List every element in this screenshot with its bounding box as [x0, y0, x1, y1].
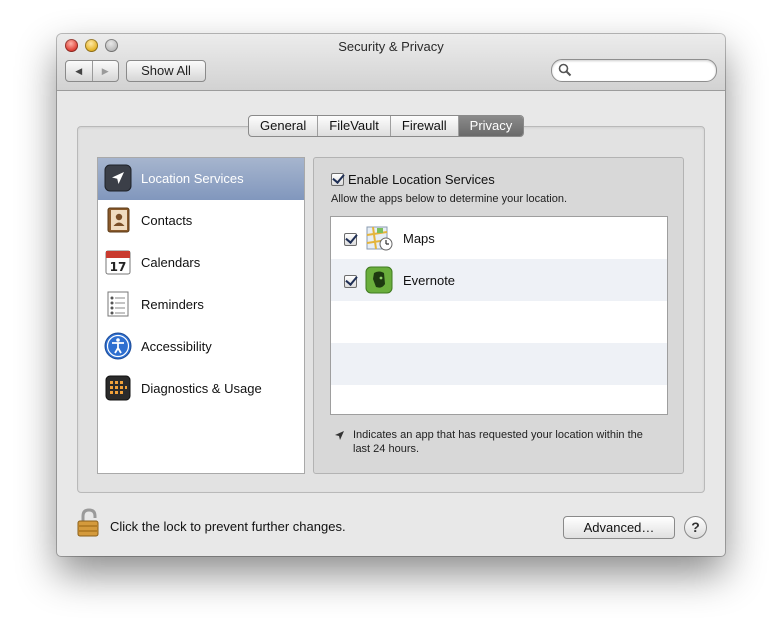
back-button[interactable]: ◀: [66, 61, 93, 81]
sidebar-item-label: Diagnostics & Usage: [141, 381, 262, 396]
contacts-icon: [107, 207, 130, 233]
app-checkbox[interactable]: [344, 275, 357, 288]
location-services-panel: Enable Location Services Allow the apps …: [313, 157, 684, 474]
enable-location-row: Enable Location Services: [331, 172, 495, 187]
svg-text:17: 17: [110, 260, 127, 274]
search-field[interactable]: [551, 59, 717, 82]
location-arrow-icon: [104, 164, 132, 192]
forward-button[interactable]: ▶: [93, 61, 119, 81]
advanced-button[interactable]: Advanced…: [563, 516, 675, 539]
app-row-evernote[interactable]: Evernote: [331, 259, 667, 301]
sidebar-item-contacts[interactable]: Contacts: [98, 200, 304, 242]
sidebar-item-label: Calendars: [141, 255, 201, 270]
show-all-button[interactable]: Show All: [126, 60, 206, 82]
location-arrow-icon: [335, 431, 344, 440]
tab-privacy[interactable]: Privacy: [458, 116, 524, 136]
app-name: Maps: [403, 231, 435, 246]
enable-location-label[interactable]: Enable Location Services: [348, 172, 495, 187]
recent-request-text: Indicates an app that has requested your…: [353, 429, 643, 455]
diagnostics-icon: [105, 375, 131, 401]
search-icon: [558, 63, 572, 77]
tab-bar: General FileVault Firewall Privacy: [248, 115, 525, 137]
accessibility-icon: [104, 332, 132, 360]
evernote-app-icon: [365, 266, 393, 294]
empty-list-row: [331, 385, 667, 414]
app-name: Evernote: [403, 273, 456, 288]
privacy-category-list: Location Services Contacts 17 Calendars: [97, 157, 305, 474]
search-input[interactable]: [576, 62, 710, 80]
window-title: Security & Privacy: [338, 39, 444, 54]
sidebar-item-label: Reminders: [141, 297, 204, 312]
app-checkbox[interactable]: [344, 233, 357, 246]
reminders-icon: [107, 291, 129, 317]
preferences-window: Security & Privacy ◀ ▶ Show All General …: [57, 34, 725, 556]
titlebar: Security & Privacy ◀ ▶ Show All: [57, 34, 725, 91]
sidebar-item-calendars[interactable]: 17 Calendars: [98, 242, 304, 284]
tab-filevault[interactable]: FileVault: [318, 116, 391, 136]
empty-list-row: [331, 343, 667, 385]
sidebar-item-diagnostics[interactable]: Diagnostics & Usage: [98, 368, 304, 410]
location-description: Allow the apps below to determine your l…: [331, 193, 568, 205]
help-button[interactable]: ?: [684, 516, 707, 539]
lock-message: Click the lock to prevent further change…: [110, 519, 346, 534]
tab-general[interactable]: General: [249, 116, 319, 136]
enable-location-checkbox[interactable]: [331, 173, 344, 186]
sidebar-item-label: Contacts: [141, 213, 193, 228]
sidebar-item-accessibility[interactable]: Accessibility: [98, 326, 304, 368]
empty-list-row: [331, 301, 667, 343]
sidebar-item-label: Accessibility: [141, 339, 212, 354]
back-arrow-icon: ◀: [75, 65, 83, 76]
tab-firewall[interactable]: Firewall: [391, 116, 459, 136]
maps-app-icon: [366, 226, 393, 251]
sidebar-item-label: Location Services: [141, 171, 244, 186]
app-list: Maps Evernote: [330, 216, 668, 415]
back-forward-control: ◀ ▶: [65, 60, 119, 82]
app-row-maps[interactable]: Maps: [331, 217, 667, 259]
sidebar-item-location-services[interactable]: Location Services: [98, 158, 304, 200]
sidebar-item-reminders[interactable]: Reminders: [98, 284, 304, 326]
calendar-icon: 17: [105, 250, 131, 275]
forward-arrow-icon: ▶: [101, 65, 109, 76]
lock-icon[interactable]: [76, 508, 102, 538]
